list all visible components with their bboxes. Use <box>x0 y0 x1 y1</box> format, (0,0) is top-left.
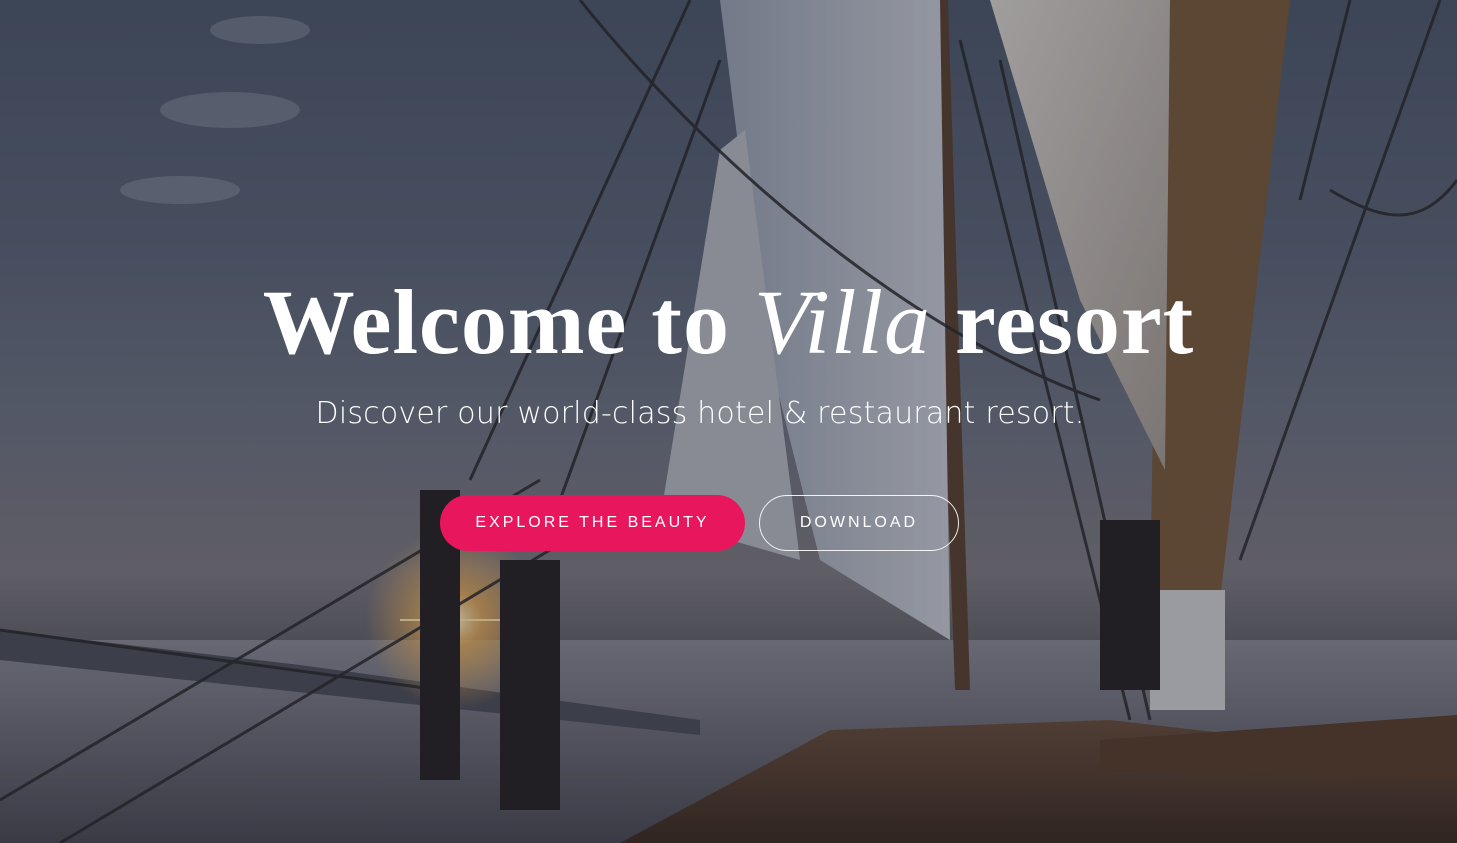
title-prefix: Welcome to <box>262 271 730 373</box>
title-suffix: resort <box>955 271 1195 373</box>
explore-the-beauty-button[interactable]: EXPLORE THE BEAUTY <box>440 495 745 551</box>
hero-content: Welcome to Villa resort Discover our wor… <box>0 0 1457 843</box>
download-button[interactable]: DOWNLOAD <box>759 495 959 551</box>
hero-subtitle: Discover our world-class hotel & restaur… <box>315 396 1085 431</box>
hero-section: Welcome to Villa resort Discover our wor… <box>0 0 1457 843</box>
hero-title: Welcome to Villa resort <box>0 276 1457 368</box>
title-emphasis: Villa <box>753 271 932 373</box>
